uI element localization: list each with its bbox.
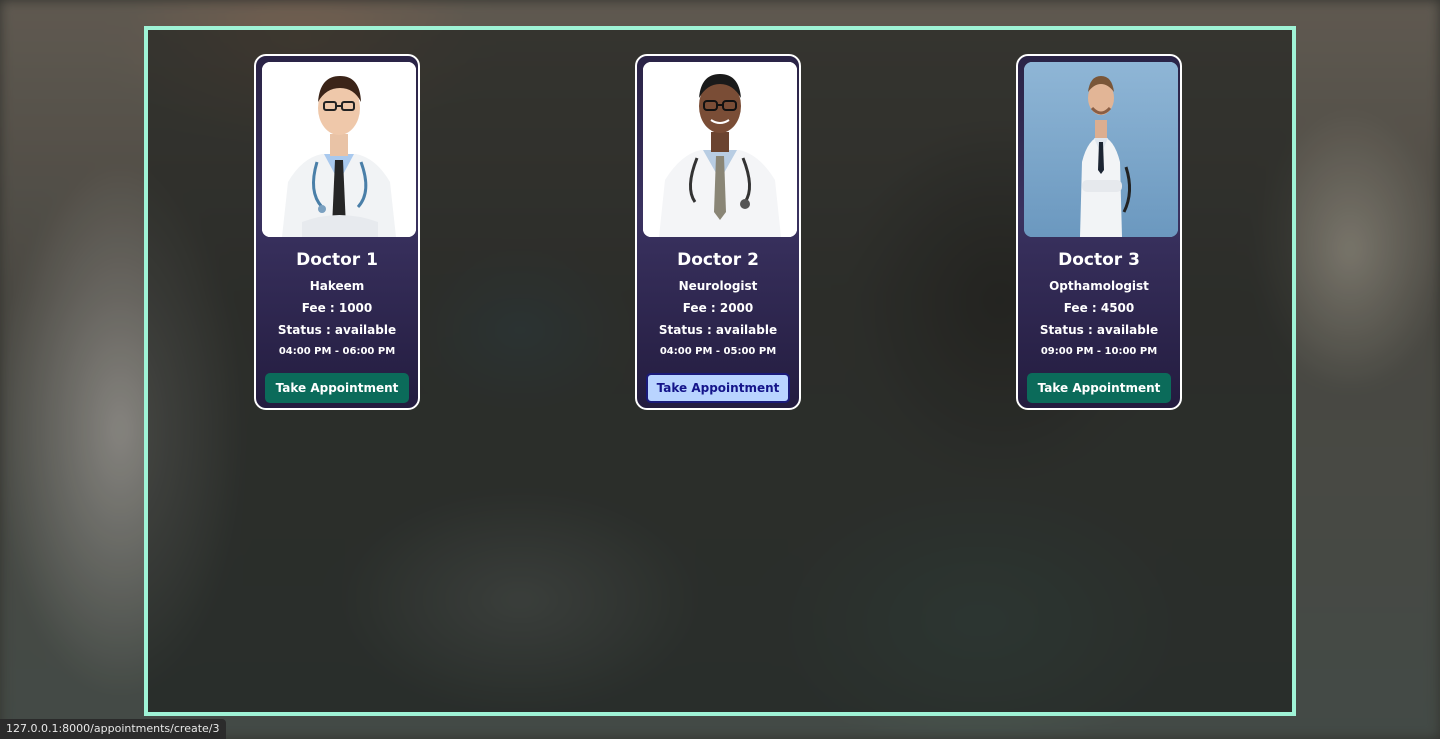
doctor-status: Status : available bbox=[1039, 323, 1159, 337]
doctor-timing: 04:00 PM - 05:00 PM bbox=[659, 346, 777, 357]
doctor-card-2: Doctor 2 Neurologist Fee : 2000 Status :… bbox=[635, 54, 801, 410]
take-appointment-button[interactable]: Take Appointment bbox=[1026, 373, 1172, 403]
link-preview-status-bar: 127.0.0.1:8000/appointments/create/3 bbox=[0, 719, 226, 739]
doctor-status: Status : available bbox=[277, 323, 397, 337]
doctor-fee: Fee : 2000 bbox=[682, 301, 754, 315]
doctor-name: Doctor 3 bbox=[1058, 250, 1140, 270]
doctor-card-1: Doctor 1 Hakeem Fee : 1000 Status : avai… bbox=[254, 54, 420, 410]
doctors-container: Doctor 1 Hakeem Fee : 1000 Status : avai… bbox=[144, 26, 1296, 716]
doctor-card-3: Doctor 3 Opthamologist Fee : 4500 Status… bbox=[1016, 54, 1182, 410]
doctor-name: Doctor 2 bbox=[677, 250, 759, 270]
take-appointment-button[interactable]: Take Appointment bbox=[264, 373, 410, 403]
doctor-fee: Fee : 4500 bbox=[1063, 301, 1135, 315]
doctor-photo-3 bbox=[1024, 62, 1178, 237]
doctor-specialty: Hakeem bbox=[309, 279, 365, 293]
doctor-photo-2 bbox=[643, 62, 797, 237]
doctor-fee: Fee : 1000 bbox=[301, 301, 373, 315]
doctor-timing: 09:00 PM - 10:00 PM bbox=[1040, 346, 1158, 357]
doctor-name: Doctor 1 bbox=[296, 250, 378, 270]
doctor-photo-1 bbox=[262, 62, 416, 237]
doctor-specialty: Neurologist bbox=[678, 279, 758, 293]
doctor-specialty: Opthamologist bbox=[1049, 279, 1149, 293]
doctor-status: Status : available bbox=[658, 323, 778, 337]
take-appointment-button[interactable]: Take Appointment bbox=[645, 373, 791, 403]
doctor-timing: 04:00 PM - 06:00 PM bbox=[278, 346, 396, 357]
